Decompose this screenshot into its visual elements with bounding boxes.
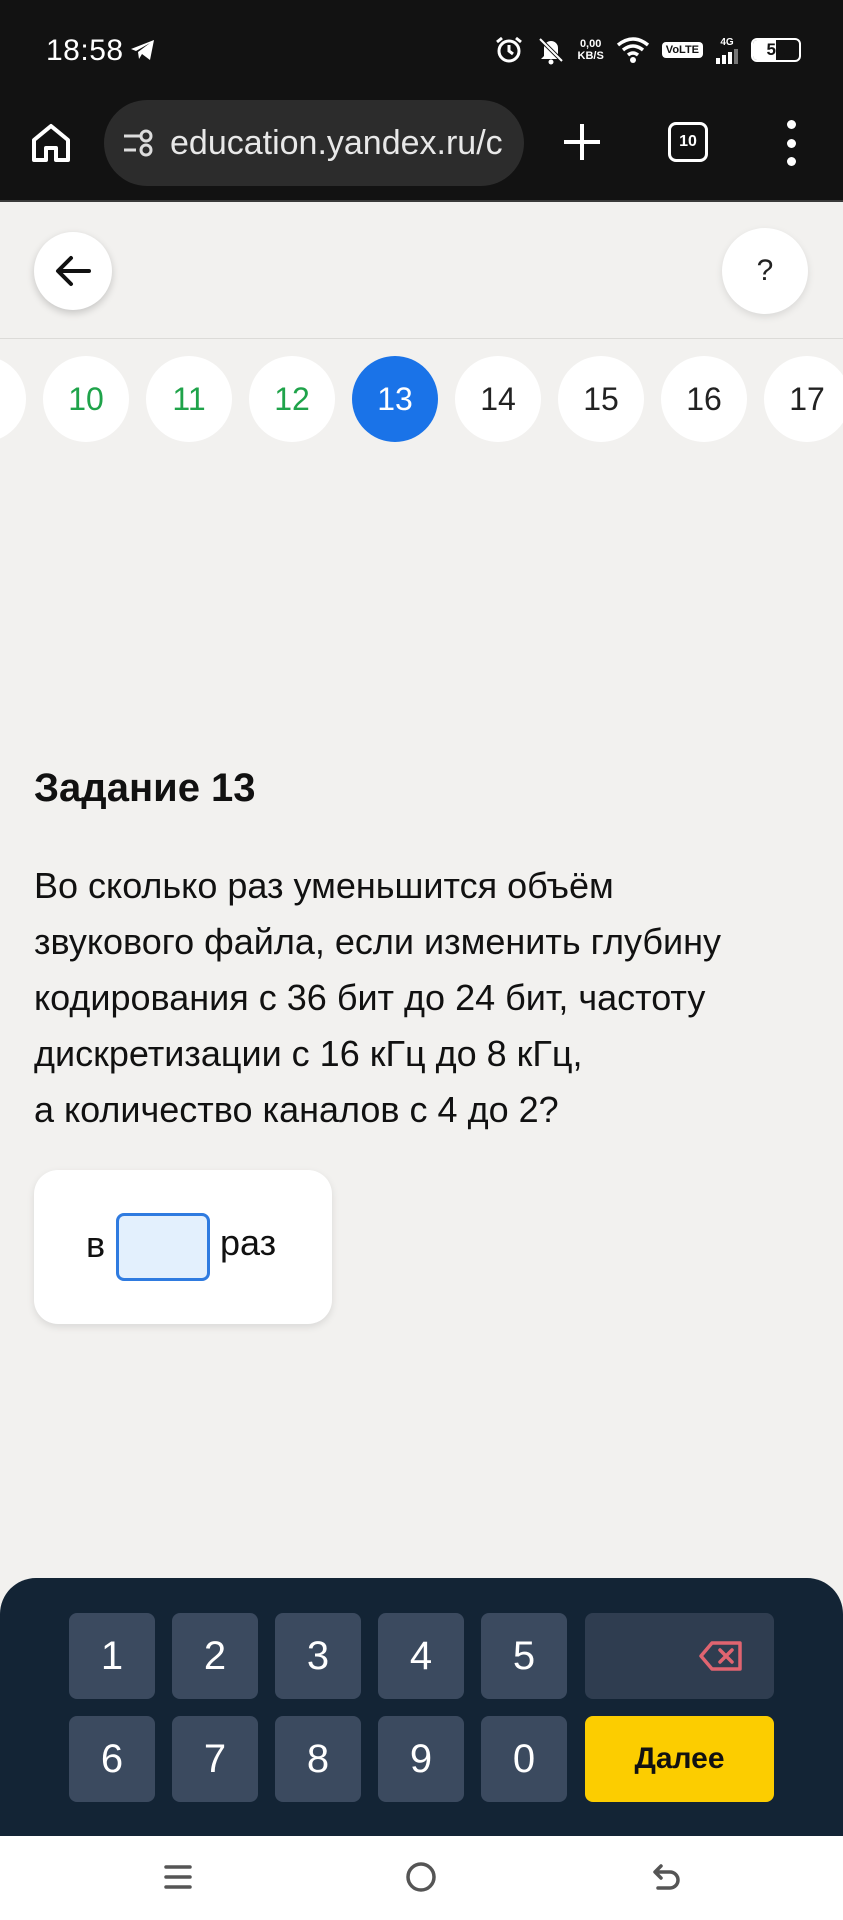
task-number-17[interactable]: 17: [764, 356, 843, 442]
task-number-10[interactable]: 10: [43, 356, 129, 442]
key-8[interactable]: 8: [275, 1716, 361, 1802]
circle-home-icon: [406, 1862, 436, 1892]
back-button[interactable]: [34, 232, 112, 310]
answer-input[interactable]: [116, 1213, 210, 1281]
task-number-15[interactable]: 15: [558, 356, 644, 442]
key-7[interactable]: 7: [172, 1716, 258, 1802]
key-6[interactable]: 6: [69, 1716, 155, 1802]
task-line: звукового файла, если изменить глубину: [34, 921, 722, 962]
status-time: 18:58: [46, 34, 124, 67]
telegram-icon: [130, 38, 156, 67]
task-question: Во сколько раз уменьшится объём звуковог…: [34, 858, 814, 1138]
wifi-icon: [616, 36, 650, 64]
menu-dot-icon: [786, 138, 796, 148]
task-number-9[interactable]: 9: [0, 356, 26, 442]
answer-prefix: в: [86, 1224, 106, 1265]
network-type: 4G: [720, 36, 734, 48]
alarm-icon: [494, 35, 524, 65]
signal-bars-icon: [716, 48, 738, 64]
battery-level: 51: [766, 40, 786, 59]
net-speed-value: 0,00: [579, 38, 602, 50]
net-speed: 0,00 KB/S: [578, 38, 604, 62]
battery-indicator: 51: [751, 38, 801, 62]
task-number-16[interactable]: 16: [661, 356, 747, 442]
task-number-13[interactable]: 13: [352, 356, 438, 442]
tab-switcher-button[interactable]: 10: [668, 122, 708, 162]
backspace-icon: [699, 1641, 742, 1671]
answer-card: в раз: [34, 1170, 332, 1324]
header-divider: [0, 338, 843, 339]
task-line: а количество каналов с 4 до 2?: [34, 1089, 559, 1130]
url-text: education.yandex.ru/c: [170, 123, 503, 162]
browser-toolbar: education.yandex.ru/c 10: [0, 100, 843, 202]
site-settings-icon: [124, 129, 153, 157]
key-9[interactable]: 9: [378, 1716, 464, 1802]
back-nav-button[interactable]: [640, 1854, 690, 1900]
home-icon: [32, 124, 70, 162]
task-number-12[interactable]: 12: [249, 356, 335, 442]
address-bar[interactable]: education.yandex.ru/c: [104, 100, 524, 186]
help-button[interactable]: ?: [722, 228, 808, 314]
back-arrow-icon: [653, 1864, 680, 1890]
key-3[interactable]: 3: [275, 1613, 361, 1699]
home-nav-button[interactable]: [396, 1854, 446, 1900]
arrow-left-icon: [56, 256, 91, 286]
system-navigation-bar: [0, 1836, 843, 1920]
key-2[interactable]: 2: [172, 1613, 258, 1699]
key-5[interactable]: 5: [481, 1613, 567, 1699]
menu-lines-icon: [164, 1865, 192, 1889]
net-speed-unit: KB/S: [577, 50, 604, 62]
menu-dot-icon: [786, 120, 796, 129]
task-navigation: 9 10 11 12 13 14 15 16 17: [0, 356, 843, 444]
key-1[interactable]: 1: [69, 1613, 155, 1699]
task-title: Задание 13: [34, 766, 256, 810]
key-4[interactable]: 4: [378, 1613, 464, 1699]
task-line: дискретизации с 16 кГц до 8 кГц,: [34, 1033, 583, 1074]
task-number-14[interactable]: 14: [455, 356, 541, 442]
browser-menu-button[interactable]: [776, 120, 806, 166]
numeric-keypad: 1 2 3 4 5 6 7 8 9 0 Далее: [0, 1578, 843, 1836]
next-button[interactable]: Далее: [585, 1716, 774, 1802]
task-line: кодирования с 36 бит до 24 бит, частоту: [34, 977, 706, 1018]
volte-badge: VoLTE: [661, 42, 703, 58]
mute-icon: [536, 35, 566, 65]
backspace-key[interactable]: [585, 1613, 774, 1699]
plus-icon: [564, 124, 600, 160]
recent-apps-button[interactable]: [153, 1854, 203, 1900]
menu-dot-icon: [786, 157, 796, 166]
status-bar: 18:58 0,00 KB/S VoLTE 4G 51: [0, 0, 843, 100]
task-line: Во сколько раз уменьшится объём: [34, 865, 614, 906]
home-button[interactable]: [28, 120, 74, 166]
new-tab-button[interactable]: [560, 120, 604, 164]
signal-indicator: 4G: [715, 37, 739, 64]
answer-suffix: раз: [220, 1222, 277, 1263]
task-number-11[interactable]: 11: [146, 356, 232, 442]
key-0[interactable]: 0: [481, 1716, 567, 1802]
